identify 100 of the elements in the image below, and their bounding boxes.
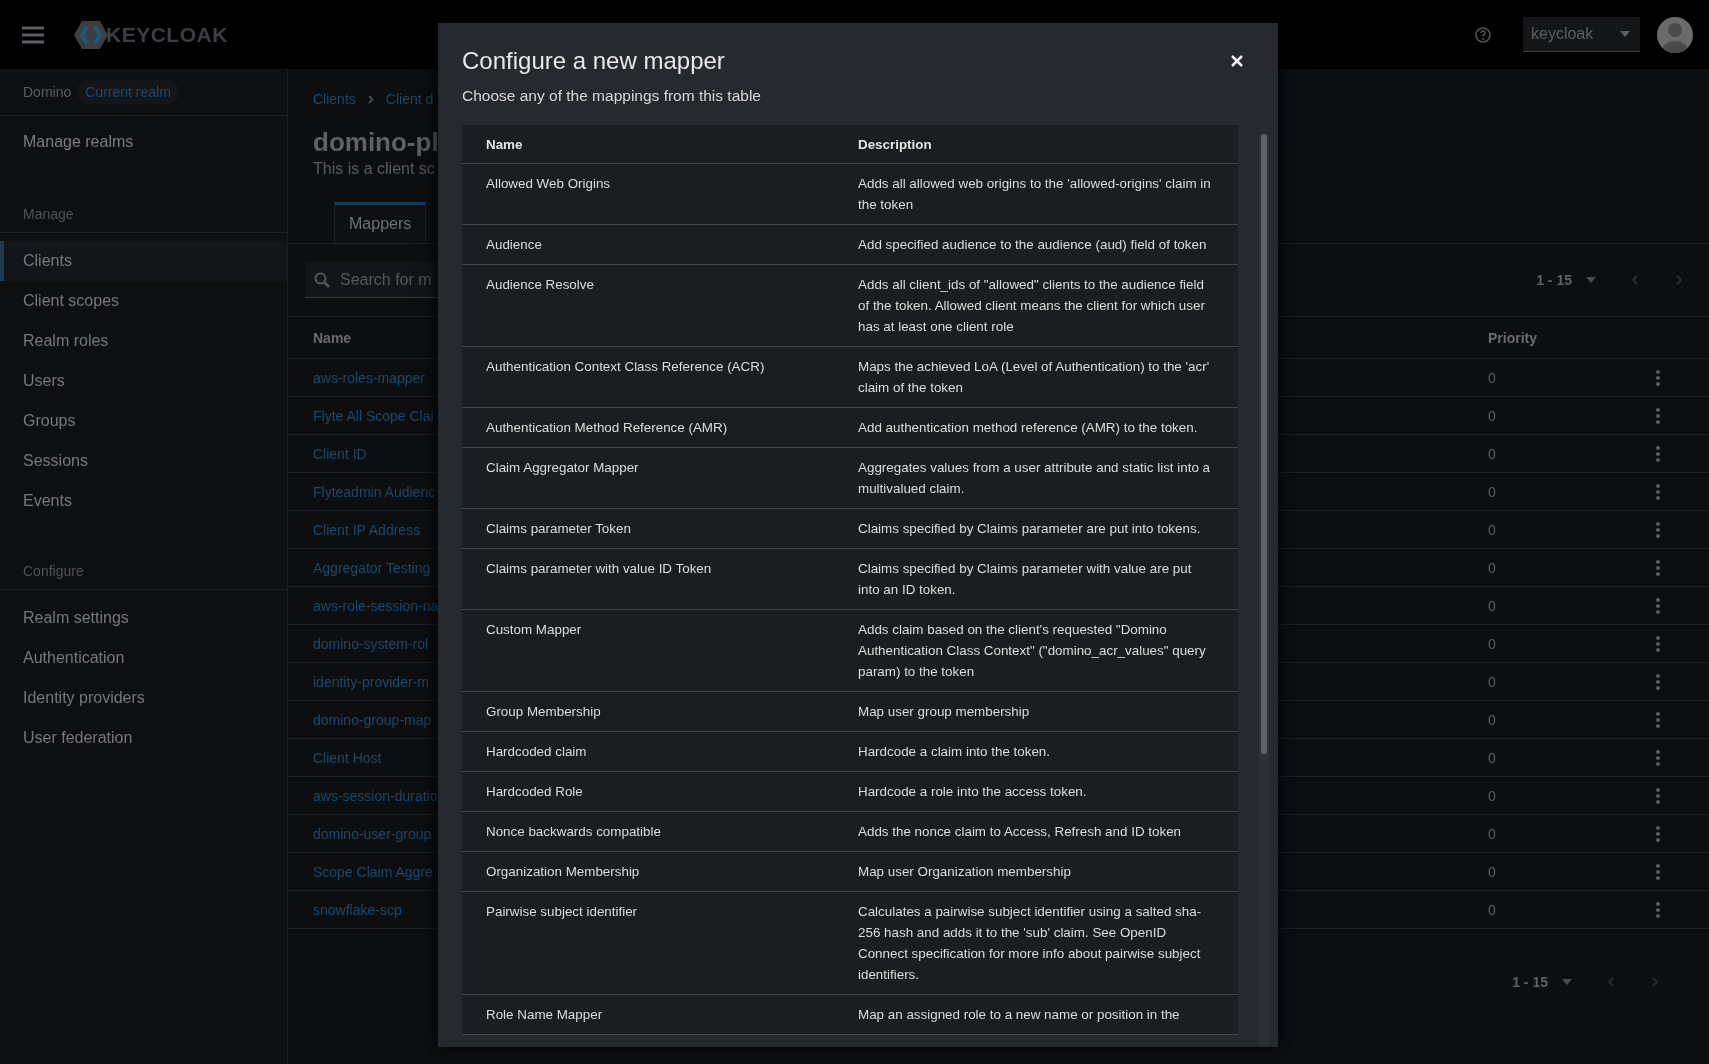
- sidebar-item[interactable]: Users: [0, 361, 287, 401]
- kebab-icon[interactable]: [1656, 787, 1660, 804]
- search-icon: [314, 272, 330, 288]
- pagination-label: 1 - 15: [1536, 272, 1572, 288]
- help-icon[interactable]: [1475, 26, 1491, 43]
- caret-icon[interactable]: [1562, 979, 1572, 985]
- mapper-name[interactable]: Claim Aggregator Mapper: [486, 448, 858, 508]
- kebab-icon[interactable]: [1656, 521, 1660, 538]
- modal-title: Configure a new mapper: [462, 47, 725, 75]
- sidebar-item[interactable]: Events: [0, 481, 287, 521]
- section-title: Configure: [0, 521, 287, 590]
- sidebar-item[interactable]: Clients: [0, 241, 287, 281]
- mapper-name[interactable]: Claims parameter with value ID Token: [486, 549, 858, 609]
- sidebar-item[interactable]: Client scopes: [0, 281, 287, 321]
- sidebar-item[interactable]: Identity providers: [0, 678, 287, 718]
- mapper-name[interactable]: Role Name Mapper: [486, 995, 858, 1034]
- mapper-description: Adds claim based on the client's requested "Domino Authentication Class Context" ("domino_acr_values" query param) to the token: [858, 621, 1207, 681]
- sidebar-item[interactable]: Sessions: [0, 441, 287, 481]
- page-title: domino-pl: [313, 127, 439, 158]
- priority-cell-text: 0: [1488, 635, 1497, 652]
- sidebar-item[interactable]: Realm roles: [0, 321, 287, 361]
- mapper-description: Add authentication method reference (AMR) to the token.: [858, 419, 1199, 437]
- caret-icon: [1620, 31, 1630, 37]
- priority-cell-text: 0: [1488, 711, 1497, 728]
- mapper-name[interactable]: Hardcoded Role: [486, 772, 858, 811]
- section-title: Manage: [0, 168, 287, 233]
- user-menu[interactable]: keycloak: [1523, 17, 1640, 52]
- priority-cell-text: 0: [1488, 597, 1497, 614]
- realm-badge: Current realm: [77, 80, 179, 104]
- sidebar-item[interactable]: Manage realms: [0, 116, 287, 168]
- priority-cell-text: 0: [1488, 673, 1497, 690]
- mapper-description: Map an assigned role to a new name or position in the: [858, 1006, 1181, 1024]
- page-subtitle: This is a client sc: [313, 160, 435, 178]
- priority-cell-text: 0: [1488, 521, 1497, 538]
- column-header: Priority: [1488, 329, 1537, 346]
- mapper-name[interactable]: Pairwise subject identifier: [486, 892, 858, 994]
- mapper-name[interactable]: Group Membership: [486, 692, 858, 731]
- kebab-icon[interactable]: [1656, 749, 1660, 766]
- column-header: Name: [486, 136, 524, 154]
- kebab-icon[interactable]: [1656, 597, 1660, 614]
- priority-cell-text: 0: [1488, 863, 1497, 880]
- caret-icon[interactable]: [1586, 277, 1596, 283]
- tab[interactable]: Mappers: [334, 202, 427, 243]
- column-header: Description: [858, 136, 933, 154]
- modal-subtitle: Choose any of the mappings from this table: [462, 87, 762, 105]
- mapper-description: Adds all client_ids of "allowed" clients to the audience field of the token. Allowed client means the client for which user has at least one client role: [858, 276, 1206, 336]
- mapper-description: Add specified audience to the audience (aud) field of token: [858, 236, 1208, 254]
- mapper-name[interactable]: Hardcoded claim: [486, 732, 858, 771]
- mapper-description: Claims specified by Claims parameter with value are put into an ID token.: [858, 560, 1193, 599]
- kebab-icon[interactable]: [1656, 825, 1660, 842]
- mapper-description: Hardcode a claim into the token.: [858, 743, 1052, 761]
- mapper-name[interactable]: Authentication Method Reference (AMR): [486, 408, 858, 447]
- mapper-name[interactable]: Audience Resolve: [486, 265, 858, 346]
- kebab-icon[interactable]: [1656, 483, 1660, 500]
- mapper-name[interactable]: Claims parameter Token: [486, 509, 858, 548]
- kebab-icon[interactable]: [1656, 901, 1660, 918]
- mapper-description: Claims specified by Claims parameter are put into tokens.: [858, 520, 1202, 538]
- logo-icon: [74, 19, 108, 50]
- close-icon[interactable]: [1229, 53, 1245, 69]
- mapper-name[interactable]: Audience: [486, 225, 858, 264]
- kebab-icon[interactable]: [1656, 559, 1660, 576]
- mapper-name[interactable]: Allowed Web Origins: [486, 164, 858, 224]
- scrollbar[interactable]: [1259, 134, 1269, 1047]
- kebab-icon[interactable]: [1656, 445, 1660, 462]
- kebab-icon[interactable]: [1656, 711, 1660, 728]
- priority-cell-text: 0: [1488, 559, 1497, 576]
- chevron-icon: [367, 94, 374, 104]
- priority-cell-text: 0: [1488, 749, 1497, 766]
- priority-cell-text: 0: [1488, 787, 1497, 804]
- priority-cell-text: 0: [1488, 369, 1497, 386]
- mapper-description: Adds the nonce claim to Access, Refresh and ID token: [858, 823, 1183, 841]
- menu-icon[interactable]: [22, 25, 44, 44]
- priority-cell-text: 0: [1488, 901, 1497, 918]
- sidebar-item[interactable]: Groups: [0, 401, 287, 441]
- kebab-icon[interactable]: [1656, 369, 1660, 386]
- column-header: Name: [313, 329, 352, 346]
- mapper-description: Aggregates values from a user attribute and static list into a multivalued claim.: [858, 459, 1211, 498]
- mapper-description: Map user group membership: [858, 703, 1031, 721]
- mapper-description: Calculates a pairwise subject identifier using a salted sha-256 hash and adds it to the 'sub' claim. See OpenID Connect specification for more info about pairwise subject identifiers.: [858, 903, 1203, 984]
- sidebar-item[interactable]: Realm settings: [0, 598, 287, 638]
- mapper-name[interactable]: Nonce backwards compatible: [486, 812, 858, 851]
- priority-cell-text: 0: [1488, 445, 1497, 462]
- mapper-name[interactable]: Custom Mapper: [486, 610, 858, 691]
- sidebar-item[interactable]: User federation: [0, 718, 287, 758]
- mapper-name[interactable]: Authentication Context Class Reference (ACR): [486, 347, 858, 407]
- avatar-icon[interactable]: [1657, 16, 1693, 53]
- priority-cell-text: 0: [1488, 483, 1497, 500]
- realm-name: Domino: [23, 84, 72, 100]
- logo-text: KEYCLOAK: [106, 22, 228, 47]
- kebab-icon[interactable]: [1656, 407, 1660, 424]
- mapper-description: Maps the achieved LoA (Level of Authentication) to the 'acr' claim of the token: [858, 358, 1211, 397]
- kebab-icon[interactable]: [1656, 673, 1660, 690]
- mapper-name[interactable]: Organization Membership: [486, 852, 858, 891]
- mapper-description: Adds all allowed web origins to the 'allowed-origins' claim in the token: [858, 175, 1211, 214]
- mapper-description: Map user Organization membership: [858, 863, 1072, 881]
- kebab-icon[interactable]: [1656, 635, 1660, 652]
- pagination-label: 1 - 15: [1512, 974, 1548, 990]
- kebab-icon[interactable]: [1656, 863, 1660, 880]
- mapper-description: Hardcode a role into the access token.: [858, 783, 1088, 801]
- sidebar-item[interactable]: Authentication: [0, 638, 287, 678]
